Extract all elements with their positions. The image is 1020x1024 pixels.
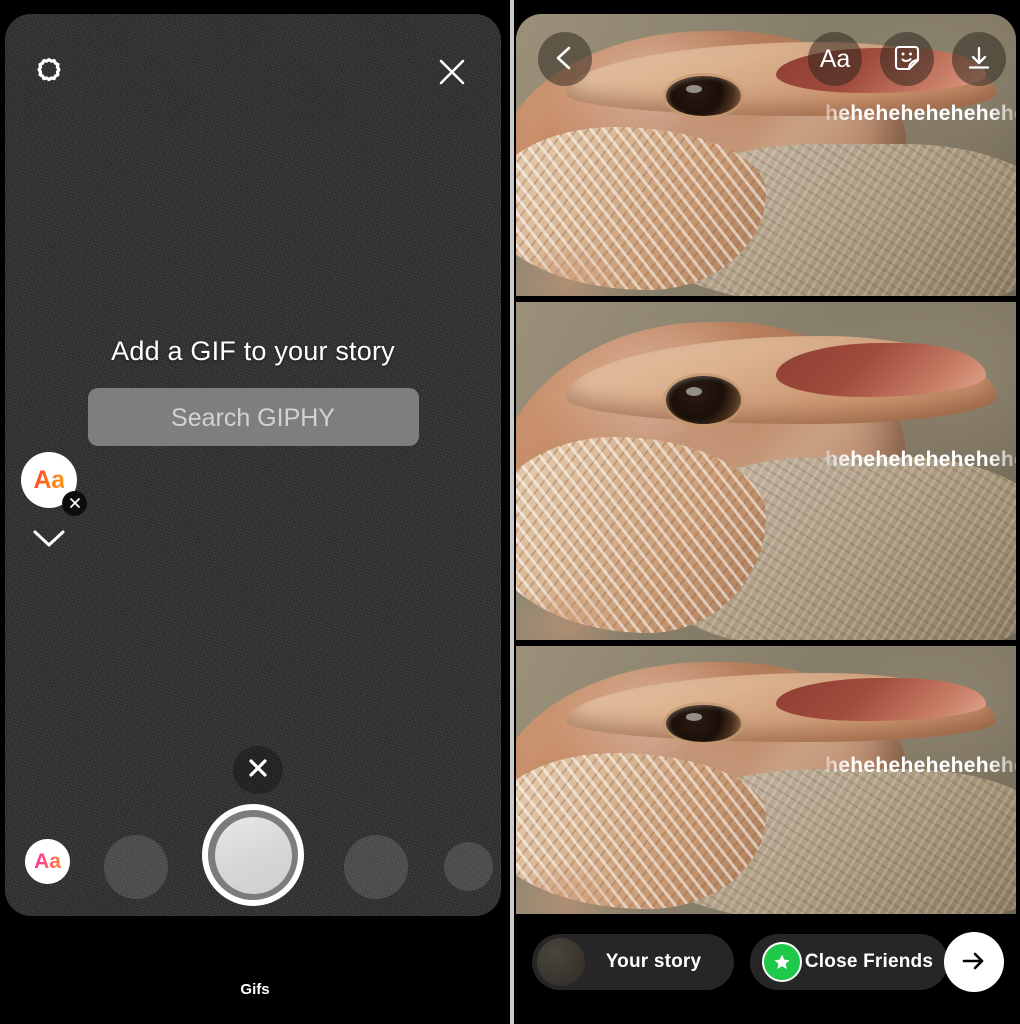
chevron-down-icon (32, 528, 66, 555)
story-toolbar: Aa (516, 32, 1014, 86)
avatar (537, 938, 585, 986)
gear-icon (34, 57, 64, 92)
text-mode-button[interactable]: Aa (25, 839, 70, 884)
send-button[interactable] (944, 932, 1004, 992)
back-button[interactable] (538, 32, 592, 86)
cancel-capture-button[interactable] (233, 746, 283, 794)
close-icon (246, 756, 270, 785)
panel-divider (510, 0, 514, 1024)
story-text-overlay[interactable]: hehehehehehehehe (816, 102, 1016, 126)
close-friends-label: Close Friends (804, 951, 934, 972)
text-sticker-label: Aa (33, 465, 65, 494)
download-icon (965, 44, 993, 75)
story-tile[interactable]: hehehehehehehehe (516, 302, 1016, 640)
settings-gear-button[interactable] (27, 50, 71, 98)
close-gif-picker-button[interactable] (429, 50, 475, 98)
gif-picker-panel: Add a GIF to your story Search GIPHY Aa (0, 0, 510, 1024)
camera-controls: Aa (5, 804, 501, 909)
story-preview-panel: hehehehehehehehe hehehehehehehehe hehehe… (510, 0, 1020, 1024)
story-action-bar: Your story Close Friends (510, 916, 1020, 1024)
page-title: Add a GIF to your story (111, 336, 395, 366)
shutter-button[interactable] (202, 804, 304, 906)
mode-label: Gifs (240, 981, 270, 998)
close-icon (69, 497, 81, 511)
save-story-button[interactable] (952, 32, 1006, 86)
text-sticker[interactable]: Aa (21, 452, 87, 516)
app-root: Add a GIF to your story Search GIPHY Aa (0, 0, 1020, 1024)
story-text-overlay[interactable]: hehehehehehehehe (816, 448, 1016, 472)
shutter-inner (214, 816, 292, 894)
your-story-button[interactable]: Your story (532, 934, 734, 990)
chevron-left-icon (552, 45, 578, 74)
search-giphy-button[interactable]: Search GIPHY (87, 388, 419, 446)
add-sticker-button[interactable] (880, 32, 934, 86)
camera-viewfinder[interactable]: Add a GIF to your story Search GIPHY Aa (5, 14, 501, 916)
close-icon (437, 57, 467, 92)
story-text-overlay[interactable]: hehehehehehehehe (816, 754, 1016, 778)
effect-thumbnail[interactable] (104, 835, 168, 899)
effect-thumbnail[interactable] (444, 842, 493, 891)
add-text-button[interactable]: Aa (808, 32, 862, 86)
text-mode-label: Aa (34, 849, 61, 873)
lizard-photo (516, 646, 1016, 914)
story-tile[interactable]: hehehehehehehehe (516, 646, 1016, 914)
close-friends-button[interactable]: Close Friends (750, 934, 948, 990)
gif-prompt: Add a GIF to your story Search GIPHY (5, 336, 501, 446)
star-icon (762, 942, 802, 982)
delete-sticker-button[interactable] (62, 491, 87, 516)
collapse-tray-button[interactable] (27, 522, 71, 560)
your-story-label: Your story (605, 951, 702, 972)
sticker-smiley-icon (892, 43, 922, 76)
text-tool-label: Aa (819, 44, 851, 73)
effect-thumbnail[interactable] (344, 835, 408, 899)
story-tiles-scroll[interactable]: hehehehehehehehe hehehehehehehehe hehehe… (516, 14, 1016, 916)
arrow-right-icon (959, 946, 989, 979)
